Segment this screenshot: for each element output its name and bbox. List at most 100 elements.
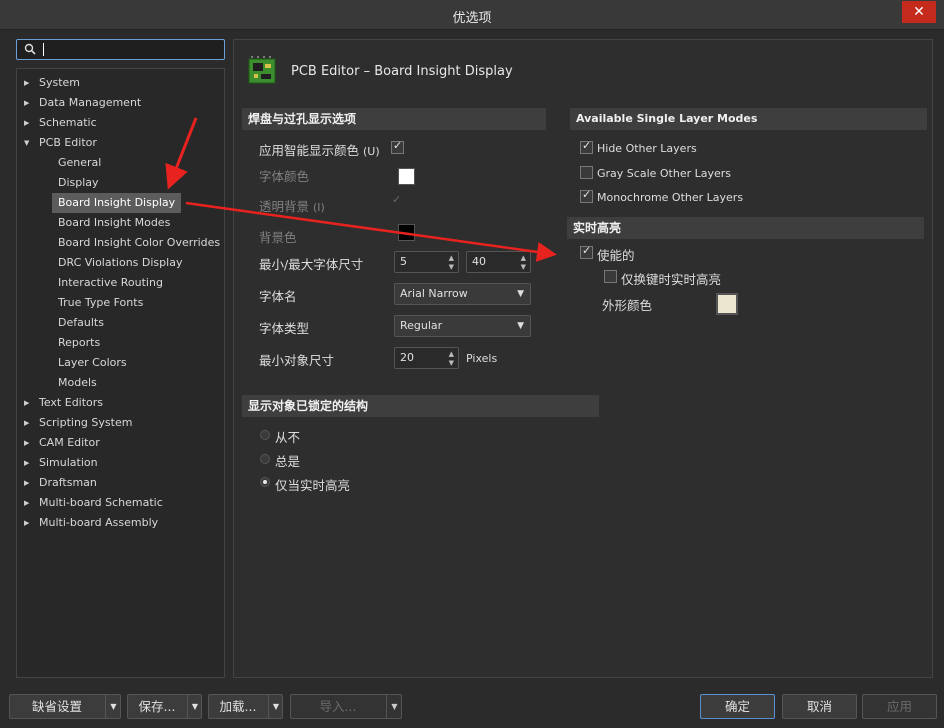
ok-button[interactable]: 确定	[700, 694, 775, 719]
tree-item-board-insight-modes[interactable]: Board Insight Modes	[58, 213, 170, 233]
font-color-swatch[interactable]	[398, 168, 415, 185]
settings-tree: ▶ System ▶ Data Management ▶ Schematic ▼ PCB Ed…	[16, 68, 225, 678]
outline-color-swatch[interactable]	[716, 293, 738, 315]
defaults-button-label[interactable]: 缺省设置	[10, 695, 104, 718]
tree-item-label: Reports	[58, 336, 101, 349]
radio-live-highlight[interactable]	[260, 477, 270, 487]
tree-item-label: Multi-board Schematic	[39, 496, 163, 509]
tree-item-simulation[interactable]: ▶ Simulation	[24, 453, 98, 473]
defaults-button[interactable]: 缺省设置 ▼	[9, 694, 121, 719]
chevron-right-icon[interactable]: ▶	[24, 433, 29, 453]
tree-item-models[interactable]: Models	[58, 373, 97, 393]
tree-item-cam-editor[interactable]: ▶ CAM Editor	[24, 433, 100, 453]
chevron-right-icon[interactable]: ▶	[24, 473, 29, 493]
tree-item-multi-board-schematic[interactable]: ▶ Multi-board Schematic	[24, 493, 163, 513]
locked-header: 显示对象已锁定的结构	[242, 395, 599, 417]
load-button-label[interactable]: 加载...	[209, 695, 267, 718]
stepper-arrows-icon[interactable]: ▲ ▼	[449, 252, 454, 272]
smart-color-checkbox[interactable]	[391, 139, 404, 154]
chevron-right-icon[interactable]: ▶	[24, 453, 29, 473]
tree-item-label: Board Insight Color Overrides	[58, 236, 221, 249]
gray-scale-checkbox[interactable]	[580, 166, 593, 179]
radio-never-label: 从不	[275, 430, 301, 445]
monochrome-checkbox[interactable]	[580, 188, 593, 203]
tree-item-multi-board-assembly[interactable]: ▶ Multi-board Assembly	[24, 513, 158, 533]
cancel-button[interactable]: 取消	[782, 694, 857, 719]
pcb-board-icon	[248, 56, 276, 84]
import-button[interactable]: 导入... ▼	[290, 694, 402, 719]
chevron-right-icon[interactable]: ▶	[24, 413, 29, 433]
tree-item-label: Simulation	[39, 456, 98, 469]
chevron-down-icon[interactable]: ▼	[188, 695, 202, 718]
max-font-size-stepper[interactable]: 40 ▲ ▼	[466, 251, 531, 273]
chevron-right-icon[interactable]: ▶	[24, 493, 29, 513]
tree-item-label: CAM Editor	[39, 436, 100, 449]
import-button-label[interactable]: 导入...	[291, 695, 385, 718]
chevron-right-icon[interactable]: ▶	[24, 513, 29, 533]
tree-item-draftsman[interactable]: ▶ Draftsman	[24, 473, 97, 493]
tree-item-drc-violations-display[interactable]: DRC Violations Display	[58, 253, 182, 273]
save-button[interactable]: 保存... ▼	[127, 694, 202, 719]
tree-item-reports[interactable]: Reports	[58, 333, 100, 353]
stepper-arrows-icon[interactable]: ▲ ▼	[521, 252, 526, 272]
min-object-stepper[interactable]: 20 ▲ ▼	[394, 347, 459, 369]
font-name-dropdown[interactable]: Arial Narrow ▼	[394, 283, 531, 305]
chevron-down-icon[interactable]: ▼	[106, 695, 121, 718]
tree-item-text-editors[interactable]: ▶ Text Editors	[24, 393, 103, 413]
tree-item-label: Schematic	[39, 116, 97, 129]
tree-item-label: General	[58, 156, 102, 169]
min-font-size-stepper[interactable]: 5 ▲ ▼	[394, 251, 459, 273]
tree-item-true-type-fonts[interactable]: True Type Fonts	[58, 293, 143, 313]
chevron-down-icon[interactable]: ▼	[269, 695, 283, 718]
tree-item-board-insight-display[interactable]: Board Insight Display	[52, 193, 182, 213]
tree-item-pcb-editor[interactable]: ▼ PCB Editor	[24, 133, 97, 153]
text-caret	[43, 43, 44, 56]
chevron-down-icon[interactable]: ▼	[387, 695, 402, 718]
chevron-right-icon[interactable]: ▶	[24, 73, 29, 93]
hide-other-layers-checkbox[interactable]	[580, 139, 593, 154]
font-name-label: 字体名	[259, 289, 297, 304]
tree-item-label: Interactive Routing	[58, 276, 163, 289]
chevron-right-icon[interactable]: ▶	[24, 393, 29, 413]
search-input[interactable]	[16, 39, 225, 60]
tree-item-label: Display	[58, 176, 99, 189]
tree-item-interactive-routing[interactable]: Interactive Routing	[58, 273, 163, 293]
tree-item-label: Models	[58, 376, 97, 389]
tree-item-defaults[interactable]: Defaults	[58, 313, 104, 333]
tree-item-label: True Type Fonts	[58, 296, 144, 309]
stepper-arrows-icon[interactable]: ▲ ▼	[449, 348, 454, 368]
apply-button[interactable]: 应用	[862, 694, 937, 719]
tree-item-schematic[interactable]: ▶ Schematic	[24, 113, 97, 133]
window-title: 优选项	[452, 11, 492, 26]
tree-item-label: Board Insight Modes	[58, 216, 171, 229]
radio-always[interactable]	[260, 454, 270, 464]
tree-item-general[interactable]: General	[58, 153, 101, 173]
chevron-down-icon: ▼	[517, 321, 524, 331]
search-icon	[24, 43, 36, 58]
radio-live-highlight-label: 仅当实时高亮	[275, 478, 351, 493]
transparent-bg-checkbox[interactable]	[391, 193, 404, 209]
font-style-dropdown[interactable]: Regular ▼	[394, 315, 531, 337]
title-bar: 优选项 ✕	[0, 0, 944, 30]
tree-item-label: Draftsman	[39, 476, 97, 489]
enabled-checkbox[interactable]	[580, 244, 593, 259]
bg-color-swatch[interactable]	[398, 224, 415, 241]
tree-item-layer-colors[interactable]: Layer Colors	[58, 353, 127, 373]
gray-scale-label: Gray Scale Other Layers	[597, 167, 732, 180]
save-button-label[interactable]: 保存...	[128, 695, 186, 718]
tree-item-board-insight-color-overrides[interactable]: Board Insight Color Overrides	[58, 233, 220, 253]
chevron-right-icon[interactable]: ▶	[24, 113, 29, 133]
chevron-down-icon[interactable]: ▼	[24, 133, 29, 153]
load-button[interactable]: 加载... ▼	[208, 694, 283, 719]
tree-item-system[interactable]: ▶ System	[24, 73, 80, 93]
tree-item-data-management[interactable]: ▶ Data Management	[24, 93, 141, 113]
enabled-label: 使能的	[597, 248, 635, 263]
monochrome-label: Monochrome Other Layers	[597, 191, 744, 204]
close-icon[interactable]: ✕	[902, 1, 936, 23]
tree-item-display[interactable]: Display	[58, 173, 99, 193]
on-key-checkbox[interactable]	[604, 270, 617, 283]
radio-never[interactable]	[260, 430, 270, 440]
chevron-right-icon[interactable]: ▶	[24, 93, 29, 113]
on-key-label: 仅换键时实时高亮	[621, 272, 722, 287]
tree-item-scripting-system[interactable]: ▶ Scripting System	[24, 413, 132, 433]
